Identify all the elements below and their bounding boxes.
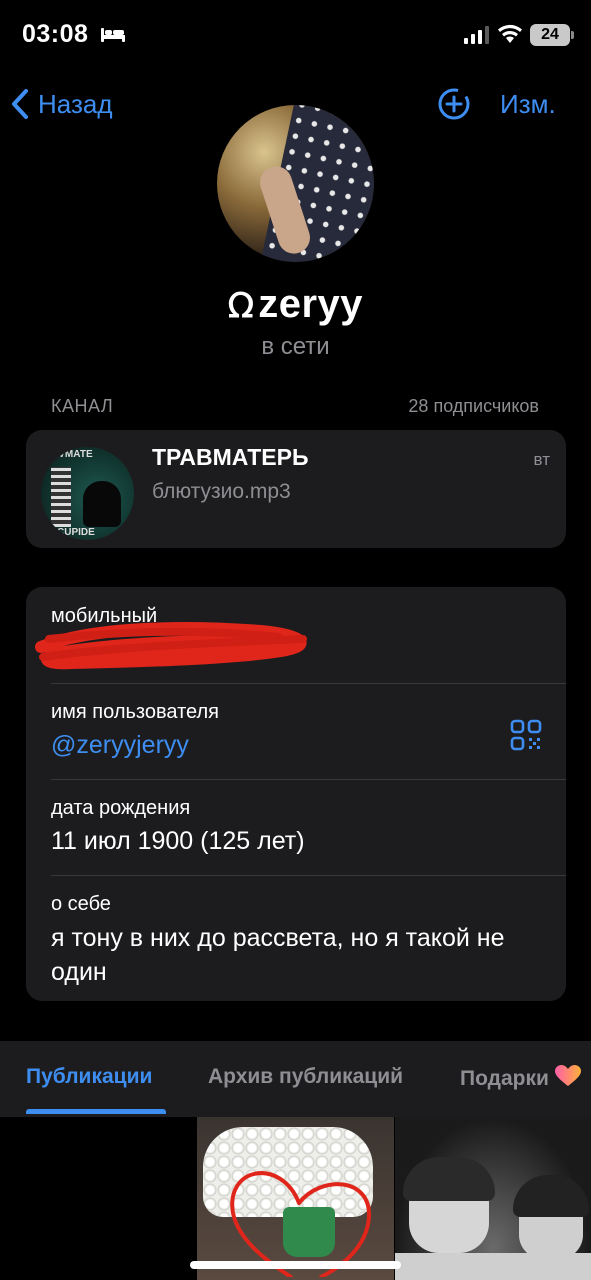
media-grid <box>0 1117 591 1280</box>
username-row[interactable]: имя пользователя @zeryyjeryy <box>26 683 566 779</box>
add-button[interactable] <box>436 86 472 127</box>
channel-card[interactable]: ЯVМАТЕ CUPIDE ТРАВМАТЕРЬ блютузио.mp3 вт <box>26 430 566 548</box>
portrait-hair-right <box>513 1175 589 1217</box>
divider <box>51 875 566 876</box>
home-indicator[interactable] <box>190 1261 401 1269</box>
channel-title: ТРАВМАТЕРЬ <box>152 444 309 470</box>
tab-gifts[interactable]: Подарки <box>460 1065 581 1091</box>
status-bar: 03:08 24 <box>0 0 591 72</box>
status-time: 03:08 <box>22 20 89 48</box>
profile-name-text: zeryy <box>258 282 364 326</box>
back-button[interactable]: Назад <box>10 84 113 124</box>
back-label: Назад <box>38 88 113 119</box>
channel-section-label: КАНАЛ <box>51 396 114 416</box>
channel-avatar-figure <box>83 481 121 527</box>
divider <box>51 779 566 780</box>
tab-archive[interactable]: Архив публикаций <box>208 1065 403 1089</box>
media-cell-empty <box>0 1117 196 1280</box>
battery-tip <box>571 31 574 39</box>
signal-icon <box>464 26 490 49</box>
channel-avatar-text-top: ЯVМАТЕ <box>51 449 93 460</box>
channel-avatar-stripe <box>51 467 71 527</box>
qr-code-icon <box>510 719 542 751</box>
channel-avatar: ЯVМАТЕ CUPIDE <box>41 447 134 540</box>
media-tabs: Публикации Архив публикаций Подарки <box>0 1041 591 1117</box>
battery-indicator: 24 <box>530 24 570 46</box>
about-value: я тону в них до рассвета, но я такой не … <box>51 924 505 986</box>
profile-info-card: мобильный имя пользователя @zeryyjeryy д… <box>26 587 566 1001</box>
tab-gifts-label: Подарки <box>460 1067 549 1090</box>
presence-status: в сети <box>261 333 330 360</box>
heart-drawing <box>230 1171 372 1277</box>
birthday-label: дата рождения <box>51 797 191 819</box>
about-row[interactable]: о себе я тону в них до рассвета, но я та… <box>26 875 566 1001</box>
redaction-scribble <box>35 622 307 670</box>
heart-icon <box>554 1065 581 1086</box>
divider <box>51 683 566 684</box>
media-thumbnail-portrait[interactable] <box>395 1117 591 1280</box>
active-tab-indicator <box>26 1109 166 1114</box>
channel-avatar-text-bottom: CUPIDE <box>57 527 95 538</box>
media-thumbnail-flowers[interactable] <box>197 1117 394 1280</box>
add-circle-icon <box>438 88 470 120</box>
bed-icon <box>100 25 126 48</box>
profile-name: ᘯ zeryy <box>0 282 591 327</box>
name-emoji-icon: ᘯ <box>227 287 255 325</box>
birthday-row[interactable]: дата рождения 11 июл 1900 (125 лет) <box>26 779 566 875</box>
username-value[interactable]: @zeryyjeryy <box>51 731 189 760</box>
mobile-row[interactable]: мобильный <box>26 587 566 683</box>
username-label: имя пользователя <box>51 701 219 723</box>
profile-avatar[interactable] <box>217 105 374 262</box>
channel-subscribers: 28 подписчиков <box>408 396 539 416</box>
birthday-value: 11 июл 1900 (125 лет) <box>51 827 305 855</box>
wifi-icon <box>497 24 523 49</box>
qr-code-button[interactable] <box>510 719 542 756</box>
about-label: о себе <box>51 893 111 915</box>
chevron-left-icon <box>12 89 28 119</box>
edit-button[interactable]: Изм. <box>500 89 556 120</box>
channel-last-message: блютузио.mp3 <box>152 480 291 503</box>
portrait-hair-left <box>403 1157 495 1201</box>
tab-publications[interactable]: Публикации <box>26 1065 152 1089</box>
channel-timestamp: вт <box>533 450 550 469</box>
